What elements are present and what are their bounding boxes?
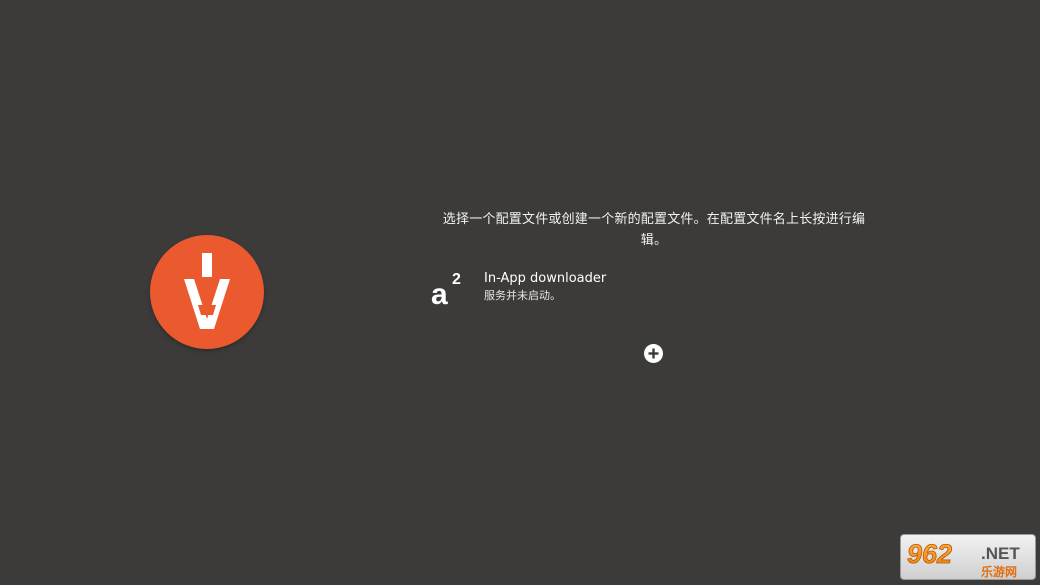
profile-selection-screen: 选择一个配置文件或创建一个新的配置文件。在配置文件名上长按进行编 辑。 a 2 … <box>0 0 1040 585</box>
watermark-logo: 962 .NET 乐游网 <box>900 534 1036 580</box>
profile-item-in-app-downloader[interactable]: a 2 In-App downloader 服务并未启动。 <box>430 266 870 310</box>
a2-icon: a 2 <box>430 266 470 310</box>
instruction-text: 选择一个配置文件或创建一个新的配置文件。在配置文件名上长按进行编 辑。 <box>430 209 878 251</box>
svg-text:2: 2 <box>452 271 461 288</box>
orange-app-logo-icon <box>150 235 264 349</box>
svg-text:a: a <box>431 278 448 310</box>
profile-name: In-App downloader <box>484 271 607 286</box>
instruction-line-2: 辑。 <box>640 233 668 248</box>
add-profile-button[interactable] <box>644 344 663 363</box>
plus-circle-icon <box>648 348 659 359</box>
instruction-line-1: 选择一个配置文件或创建一个新的配置文件。在配置文件名上长按进行编 <box>442 212 866 227</box>
watermark-tagline: 乐游网 <box>981 564 1017 579</box>
watermark-brand: 962 <box>907 539 952 569</box>
watermark-suffix: .NET <box>981 544 1020 563</box>
profile-status: 服务并未启动。 <box>484 289 561 302</box>
